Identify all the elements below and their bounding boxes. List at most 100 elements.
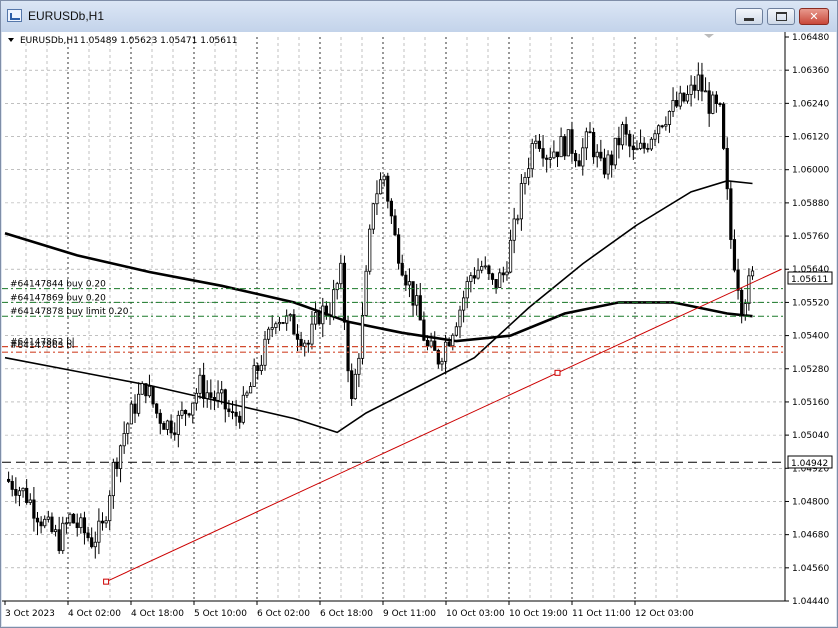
candle-body [155,403,159,414]
minimize-button[interactable] [735,8,763,25]
candle-body [483,265,487,268]
price-tick-label: 1.04680 [792,531,829,541]
candle-body [133,403,137,414]
candle-body [667,110,672,125]
candle-body [451,334,455,347]
candle-body [548,157,552,160]
candle-body [382,175,386,181]
price-tick-label: 1.05160 [792,398,829,408]
candle-body [397,234,401,264]
candle-body [140,383,144,395]
candle-body [393,215,397,236]
candle-body [555,151,560,158]
candle-body [559,136,563,158]
candle-body [256,365,260,372]
candle-body [675,100,679,107]
candle-body [476,269,480,279]
candle-body [371,203,375,230]
candle-body [425,339,430,347]
candle-body [458,309,462,328]
candle-body [97,520,101,543]
candle-body [725,148,729,190]
candle-body [693,84,697,91]
price-chart[interactable]: #64147844 buy 0.20 #64147869 buy 0.20 #641… [2,32,836,626]
maximize-button[interactable] [767,8,795,25]
candle-body [32,499,36,519]
candle-body [700,74,704,92]
price-tick-label: 1.06480 [792,33,829,43]
axes: 1.06480 1.06360 1.06240 1.06120 1.06000 1.058… [2,32,829,619]
candle-body [422,319,426,341]
trendline-anchor-start [103,578,110,585]
price-tick-label: 1.04440 [792,597,829,607]
candle-body [14,489,18,496]
candle-body [703,90,708,93]
candle-body [584,131,588,149]
candle-body [487,265,491,275]
candle-body [711,94,715,114]
time-tick-label: 3 Oct 2023 [5,609,55,619]
candle-body [718,103,722,106]
candle-body [400,262,404,276]
candle-body [35,517,40,523]
time-tick-label: 4 Oct 02:00 [68,609,121,619]
candle-body [165,420,170,430]
candle-body [613,137,617,166]
candle-body [638,142,643,149]
candle-body [505,271,509,276]
candle-body [469,275,473,282]
trendline-anchor-mid [554,369,561,376]
candle-body [429,340,433,347]
candle-body [602,157,607,175]
time-tick-label: 9 Oct 11:00 [383,609,436,619]
candle-body [17,490,22,496]
candle-body [512,218,516,241]
candle-body [313,312,318,325]
window-titlebar[interactable]: EURUSDb,H1 ✕ [1,1,837,32]
candle-body [732,239,737,271]
candle-body [277,322,282,325]
price-tick-label: 1.05280 [792,365,829,375]
candle-body [617,137,621,146]
current-price-label: 1.05611 [791,275,828,285]
candle-body [472,275,477,279]
candle-body [581,147,585,167]
candle-body [646,147,650,150]
candle-body [573,153,578,162]
candle-body [537,140,542,149]
candle-body [267,328,271,340]
time-tick-label: 5 Oct 10:00 [194,609,247,619]
candle-body [202,374,206,399]
candle-body [126,423,130,434]
price-tick-label: 1.04560 [792,564,829,574]
candle-body [53,529,58,533]
candle-body [480,266,484,271]
candle-body [50,516,54,533]
chart-canvas[interactable]: #64147844 buy 0.20 #64147869 buy 0.20 #641… [2,32,836,626]
candle-body [28,499,32,503]
candle-body [743,303,747,316]
chart-shift-icon[interactable] [704,34,714,38]
time-tick-label: 11 Oct 11:00 [572,609,631,619]
candle-body [79,517,83,529]
candle-body [357,357,361,375]
collapse-triangle-icon[interactable] [8,38,14,42]
candle-body [364,270,368,316]
candle-body [118,445,123,469]
candle-body [180,409,184,416]
candle-body [418,295,422,321]
candle-body [407,281,412,286]
candle-body [144,383,148,397]
candle-body [750,270,755,277]
candle-body [216,392,220,401]
candle-body [339,262,343,285]
price-tick-label: 1.04800 [792,497,829,507]
close-button[interactable]: ✕ [799,8,829,25]
candle-body [100,520,105,524]
candle-body [660,125,664,128]
candle-body [595,151,599,158]
candle-body [104,520,108,524]
candle-body [570,129,574,154]
candle-body [433,340,437,351]
candle-body [523,176,527,184]
